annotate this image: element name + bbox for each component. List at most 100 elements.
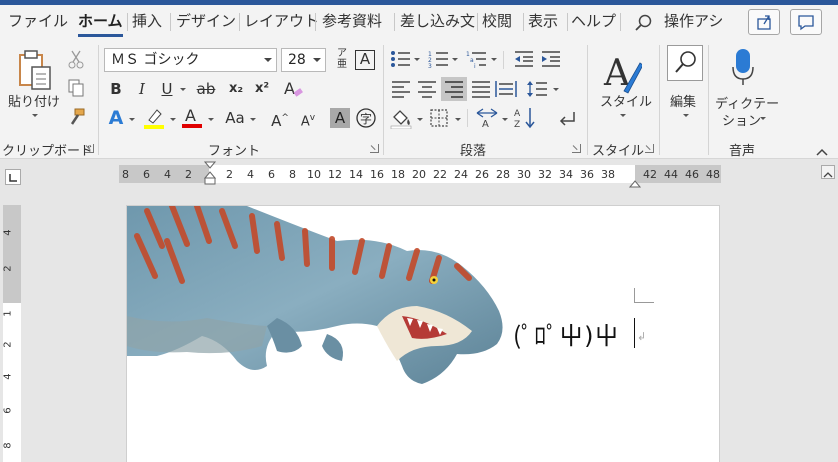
borders-dropdown-arrow[interactable] [455,118,461,121]
tab-help[interactable]: ヘルプ [571,5,616,39]
tab-home[interactable]: ホーム [78,5,123,39]
document-text[interactable]: (ﾟﾛﾟ屮)屮 [513,316,619,351]
vruler-tick: 4 [2,373,14,380]
bullets-icon[interactable] [390,49,412,69]
paste-dropdown-arrow[interactable] [32,114,38,117]
right-indent-marker-icon[interactable] [628,173,642,188]
ruler-tick: 6 [143,168,150,181]
font-launcher-icon[interactable] [370,144,379,153]
comment-icon [798,15,814,31]
distributed-align-icon[interactable] [495,79,517,99]
font-color-dropdown-arrow[interactable] [208,118,214,121]
justify-icon[interactable] [470,79,492,99]
text-direction-icon[interactable]: A [475,107,499,130]
format-painter-icon[interactable] [66,107,86,127]
shading-dropdown-arrow[interactable] [417,118,423,121]
tab-file[interactable]: ファイル [8,5,68,39]
numbering-dropdown-arrow[interactable] [452,58,458,61]
character-border-icon[interactable]: A [355,50,375,70]
superscript-button[interactable]: x² [250,77,274,101]
show-formatting-marks-icon[interactable] [556,109,578,129]
tab-design[interactable]: デザイン [176,5,236,39]
phonetic-guide-icon[interactable]: ア亜 [330,48,354,72]
chevron-down-icon[interactable] [264,58,272,62]
indent-marker-icon[interactable] [203,161,217,185]
font-name-combo[interactable]: ＭＳ ゴシック [104,48,277,72]
align-center-icon[interactable] [416,79,438,99]
font-size-combo[interactable]: 28 [281,48,326,72]
bold-button[interactable]: B [104,77,128,101]
sort-icon[interactable]: AZ [514,106,538,130]
vertical-ruler[interactable]: 4 2 1 2 4 6 8 [3,205,21,462]
increase-indent-icon[interactable] [540,49,562,69]
highlight-color-icon[interactable] [143,106,165,130]
numbering-icon[interactable]: 123 [428,49,450,70]
cut-icon[interactable] [66,49,86,69]
dictate-button-line2[interactable]: ション [722,110,761,129]
underline-button[interactable]: U [155,77,179,101]
multilevel-list-icon[interactable]: 1ai [466,49,488,70]
grow-font-button[interactable]: A^ [268,106,292,130]
change-case-dropdown-arrow[interactable] [250,118,256,121]
change-case-button[interactable]: Aa [220,106,250,130]
share-button[interactable] [748,9,780,35]
italic-button[interactable]: I [130,77,154,101]
styles-dropdown-arrow[interactable] [620,114,626,117]
align-right-icon[interactable] [441,77,467,101]
strikethrough-button[interactable]: ab [194,77,218,101]
styles-launcher-icon[interactable] [645,144,654,153]
tab-view[interactable]: 表示 [528,5,558,39]
text-effects-button[interactable]: A [104,106,128,130]
microphone-icon[interactable] [730,47,756,89]
editing-button-frame[interactable] [667,45,703,81]
clear-formatting-icon[interactable]: A [282,78,304,100]
tab-insert[interactable]: 挿入 [132,5,162,39]
align-left-icon[interactable] [390,79,412,99]
enclose-characters-icon[interactable]: 字 [355,107,377,129]
dictate-dropdown-arrow[interactable] [760,117,766,120]
clipboard-launcher-icon[interactable] [85,144,94,153]
bullets-dropdown-arrow[interactable] [414,58,420,61]
ruler-tick: 6 [268,168,275,181]
font-color-icon[interactable]: A [181,105,203,129]
shrink-font-button[interactable]: Av [296,106,320,130]
horizontal-ruler[interactable]: 8 6 4 2 2 4 6 8 10 12 14 16 18 20 22 24 … [119,161,721,188]
search-icon[interactable] [634,13,654,33]
ruler-tick: 48 [706,168,720,181]
chevron-down-icon[interactable] [313,58,321,62]
text-cursor [634,318,635,348]
multilevel-dropdown-arrow[interactable] [491,58,497,61]
shading-icon[interactable] [390,107,414,130]
decrease-indent-icon[interactable] [513,49,535,69]
tab-selector-button[interactable] [5,169,21,185]
tab-references[interactable]: 参考資料 [322,5,382,39]
paragraph-launcher-icon[interactable] [572,144,581,153]
tab-layout[interactable]: レイアウト [244,5,319,39]
collapse-ribbon-icon[interactable] [815,142,829,156]
line-spacing-dropdown-arrow[interactable] [553,88,559,91]
comments-button[interactable] [790,9,822,35]
styles-button[interactable]: スタイル [600,91,652,110]
scroll-up-button[interactable] [821,165,835,179]
subscript-button[interactable]: x₂ [224,77,248,101]
text-effects-dropdown-arrow[interactable] [129,118,135,121]
vertical-scrollbar[interactable] [818,159,838,462]
tab-review[interactable]: 校閲 [482,5,512,39]
dinosaur-picture[interactable] [127,206,517,388]
styles-icon[interactable]: A [602,49,644,95]
editing-dropdown-arrow[interactable] [683,114,689,117]
ruler-tick: 8 [289,168,296,181]
tab-mailings[interactable]: 差し込み文 [400,5,476,39]
borders-icon[interactable] [429,108,449,128]
vruler-tick: 6 [2,407,14,414]
underline-dropdown-arrow[interactable] [180,88,186,91]
paste-button[interactable]: 貼り付け [8,91,60,110]
tell-me-search[interactable]: 操作アシ [664,5,726,39]
character-shading-icon[interactable]: A [330,108,350,128]
highlight-dropdown-arrow[interactable] [170,118,176,121]
text-direction-dropdown-arrow[interactable] [502,118,508,121]
line-spacing-icon[interactable] [526,79,548,99]
editing-button[interactable]: 編集 [670,91,696,110]
copy-icon[interactable] [66,78,86,98]
paste-icon[interactable] [14,49,54,90]
